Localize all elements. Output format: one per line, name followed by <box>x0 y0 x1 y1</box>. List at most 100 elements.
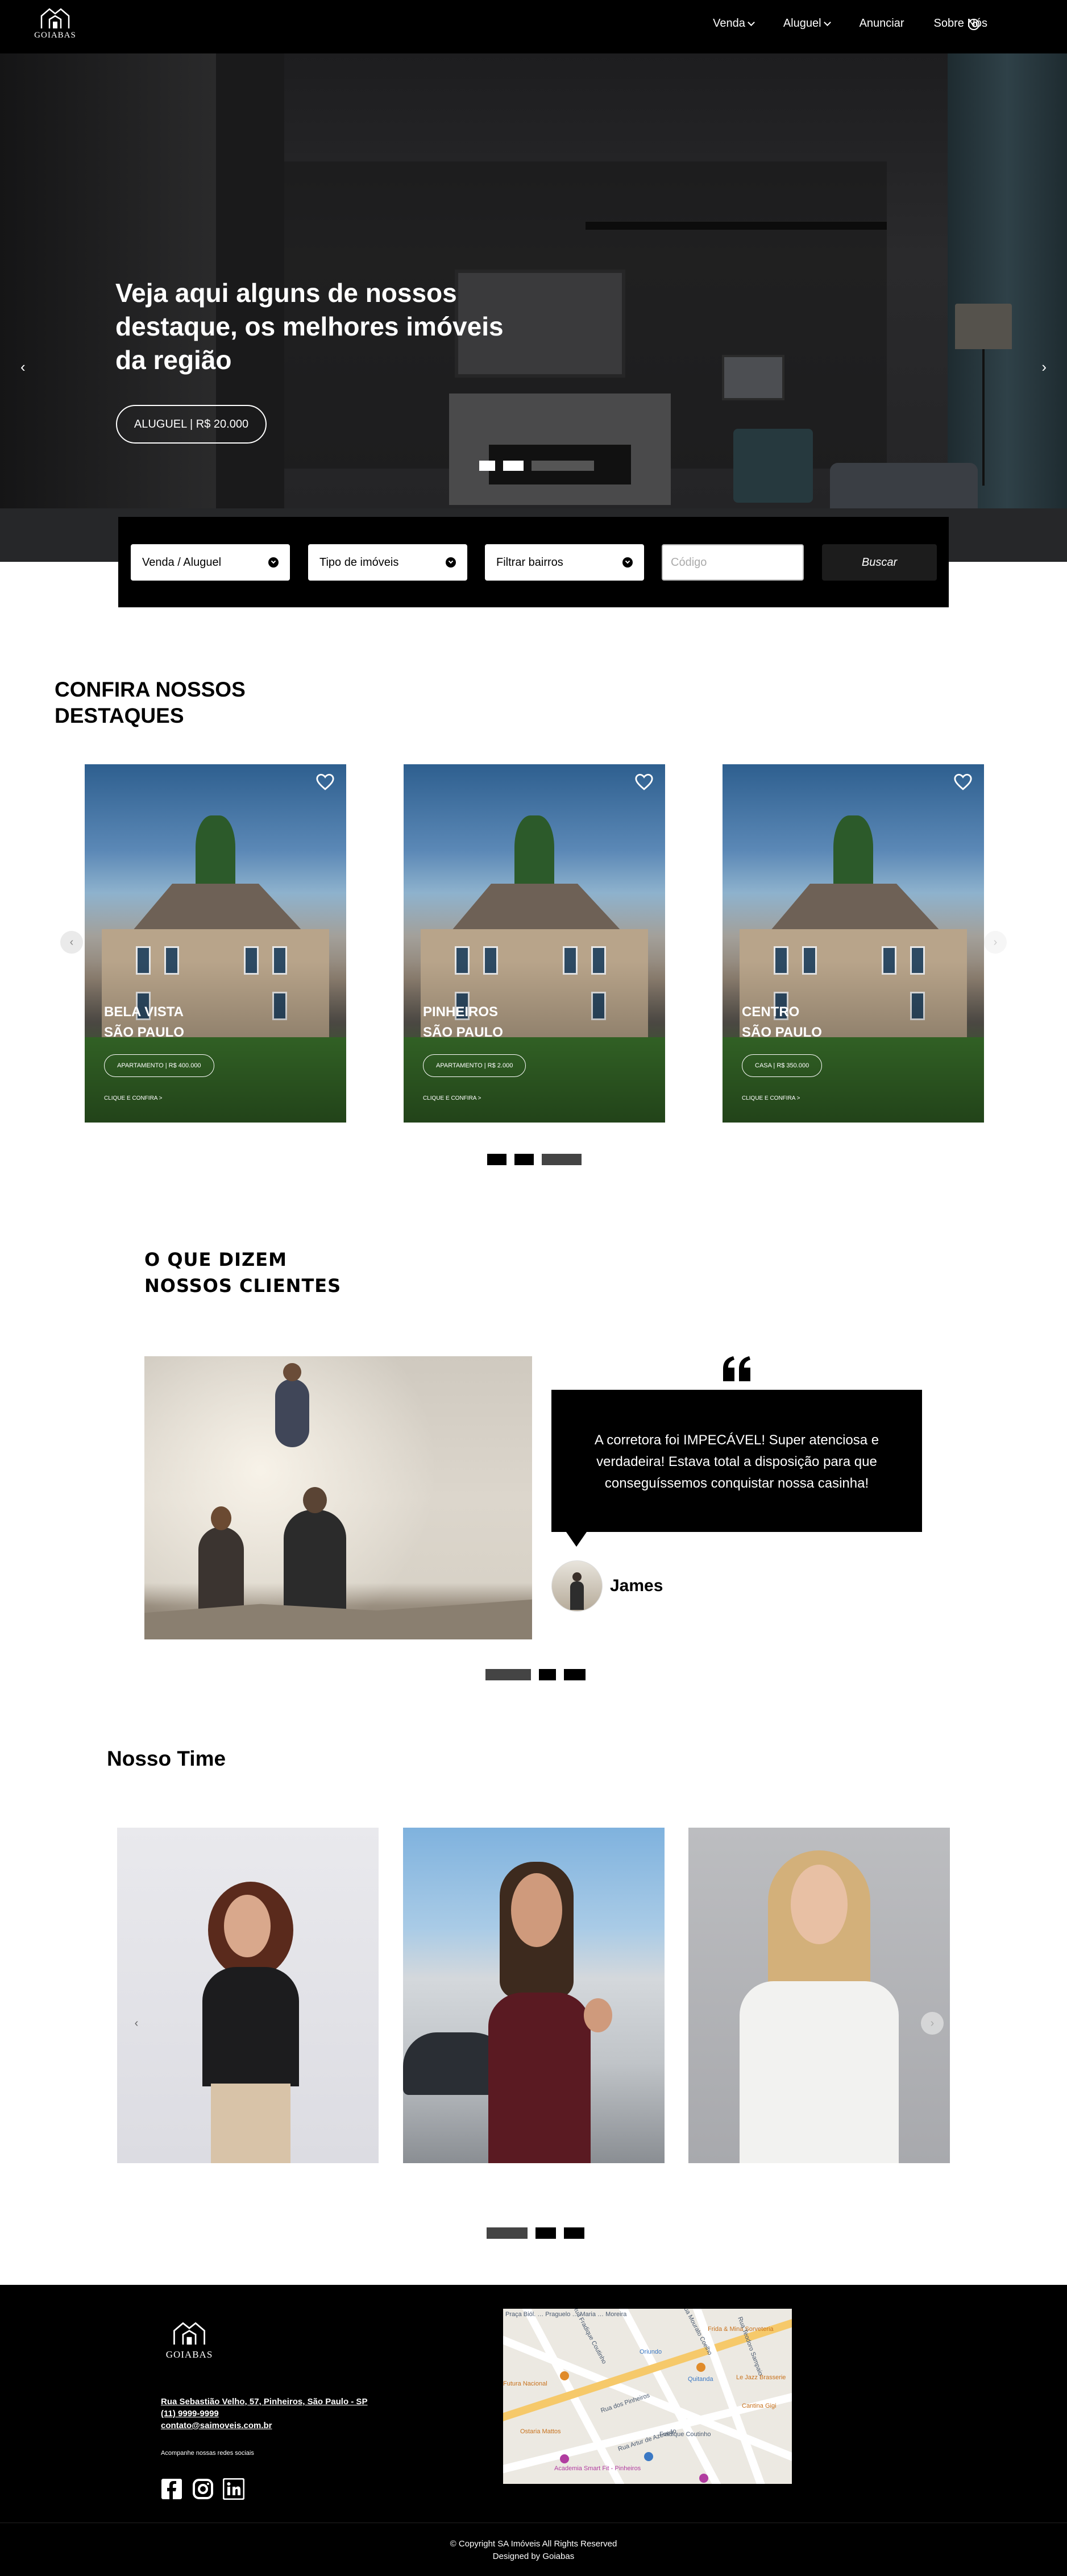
location-map[interactable]: Praça Biól. … Praguelo … Maria … Moreira… <box>503 2309 792 2484</box>
property-city: SÃO PAULO <box>742 1025 822 1040</box>
top-navbar: GOIABAS Venda Aluguel Anunciar Sobre Nós <box>0 0 1067 53</box>
favorite-heart-icon[interactable] <box>953 772 973 792</box>
linkedin-icon[interactable] <box>223 2478 244 2500</box>
testimonials-slide-indicators <box>485 1669 586 1680</box>
nav-item-venda[interactable]: Venda <box>713 17 755 30</box>
house-logo-icon <box>40 8 70 28</box>
address-link[interactable]: Rua Sebastião Velho, 57, Pinheiros, São … <box>161 2396 367 2408</box>
designed-by-text: Designed by Goiabas <box>492 2552 575 2561</box>
team-member-card[interactable] <box>688 1828 950 2163</box>
testimonials-title: O QUE DIZEM NOSSOS CLIENTES <box>144 1246 341 1299</box>
footer-logo[interactable]: GOIABAS <box>161 2319 218 2364</box>
phone-link[interactable]: (11) 9999-9999 <box>161 2408 367 2420</box>
map-label: Cantina Gigi <box>742 2403 777 2409</box>
user-account-icon[interactable] <box>968 19 979 30</box>
property-location: PINHEIROS SÃO PAULO <box>423 1002 503 1043</box>
team-member-card[interactable] <box>403 1828 665 2163</box>
favorite-heart-icon[interactable] <box>634 772 654 792</box>
slide-indicator-active[interactable] <box>542 1154 582 1165</box>
team-slide-indicators <box>487 2227 584 2239</box>
slide-indicator[interactable] <box>535 2227 556 2239</box>
property-card[interactable]: BELA VISTA SÃO PAULO APARTAMENTO | R$ 400… <box>85 764 346 1123</box>
title-line: O QUE DIZEM <box>144 1249 287 1270</box>
slide-indicator[interactable] <box>503 461 524 471</box>
slide-indicator[interactable] <box>564 1669 586 1680</box>
property-cta-link[interactable]: CLIQUE E CONFIRA > <box>423 1095 481 1101</box>
property-district: BELA VISTA <box>104 1004 184 1020</box>
property-card[interactable]: CENTRO SÃO PAULO CASA | R$ 350.000 CLIQUE… <box>723 764 984 1123</box>
search-button[interactable]: Buscar <box>822 544 937 581</box>
property-cta-link[interactable]: CLIQUE E CONFIRA > <box>742 1095 800 1101</box>
chevron-left-icon[interactable]: ‹ <box>125 2012 148 2035</box>
chevron-right-icon[interactable]: › <box>1041 358 1047 376</box>
property-card[interactable]: PINHEIROS SÃO PAULO APARTAMENTO | R$ 2.00… <box>404 764 665 1123</box>
chevron-down-icon <box>622 557 633 568</box>
copyright-text: © Copyright SA Imóveis All Rights Reserv… <box>450 2539 617 2549</box>
logo-text: GOIABAS <box>165 2349 213 2360</box>
chevron-left-icon[interactable]: ‹ <box>60 931 83 954</box>
property-price-pill[interactable]: CASA | R$ 350.000 <box>742 1054 823 1077</box>
hero-slide-indicators <box>479 461 594 471</box>
map-pin-icon[interactable] <box>560 2454 569 2463</box>
nav-item-label: Venda <box>713 17 745 30</box>
select-value: Tipo de imóveis <box>319 556 399 569</box>
facebook-icon[interactable] <box>161 2478 182 2500</box>
property-city: SÃO PAULO <box>423 1025 503 1040</box>
map-label: Futura Nacional <box>503 2380 547 2387</box>
chevron-down-icon <box>747 18 755 26</box>
property-type-select[interactable]: Tipo de imóveis <box>308 544 467 581</box>
favorite-heart-icon[interactable] <box>315 772 335 792</box>
property-location: CENTRO SÃO PAULO <box>742 1002 822 1043</box>
property-cta-link[interactable]: CLIQUE E CONFIRA > <box>104 1095 163 1101</box>
map-pin-icon[interactable] <box>699 2474 708 2483</box>
team-member-card[interactable] <box>117 1828 379 2163</box>
map-pin-icon[interactable] <box>560 2371 569 2380</box>
property-district: CENTRO <box>742 1004 800 1020</box>
chevron-down-icon <box>446 557 456 568</box>
property-price-pill[interactable]: APARTAMENTO | R$ 2.000 <box>423 1054 526 1077</box>
hero-listing-button[interactable]: ALUGUEL | R$ 20.000 <box>116 405 267 444</box>
map-label: Fradique Coutinho <box>659 2431 711 2438</box>
slide-indicator[interactable] <box>479 461 495 471</box>
transaction-type-select[interactable]: Venda / Aluguel <box>131 544 290 581</box>
author-avatar <box>551 1560 603 1612</box>
nav-menu: Venda Aluguel Anunciar Sobre Nós <box>713 17 987 30</box>
map-pin-icon[interactable] <box>696 2363 705 2372</box>
copyright: © Copyright SA Imóveis All Rights Reserv… <box>0 2538 1067 2563</box>
property-price-pill[interactable]: APARTAMENTO | R$ 400.000 <box>104 1054 214 1077</box>
instagram-icon[interactable] <box>192 2478 214 2500</box>
testimonial-quote-text: A corretora foi IMPECÁVEL! Super atencio… <box>594 1432 879 1491</box>
slide-indicator[interactable] <box>539 1669 556 1680</box>
nav-item-anunciar[interactable]: Anunciar <box>860 17 904 30</box>
hero-title: Veja aqui alguns de nossos destaque, os … <box>115 278 504 375</box>
chevron-right-icon[interactable]: › <box>921 2012 944 2035</box>
chevron-right-icon[interactable]: › <box>984 931 1007 954</box>
select-value: Filtrar bairros <box>496 556 563 569</box>
title-line: NOSSOS CLIENTES <box>144 1275 342 1297</box>
map-label: Rua dos Pinheiros <box>600 2392 651 2415</box>
nav-item-aluguel[interactable]: Aluguel <box>783 17 831 30</box>
quote-icon <box>723 1356 750 1381</box>
map-pin-icon[interactable] <box>644 2452 653 2461</box>
email-link[interactable]: contato@saimoveis.com.br <box>161 2420 367 2432</box>
property-location: BELA VISTA SÃO PAULO <box>104 1002 184 1043</box>
chevron-down-icon <box>823 18 831 26</box>
slide-indicator-active[interactable] <box>532 461 594 471</box>
property-city: SÃO PAULO <box>104 1025 184 1040</box>
slide-indicator-active[interactable] <box>487 2227 528 2239</box>
site-footer: GOIABAS Rua Sebastião Velho, 57, Pinheir… <box>0 2285 1067 2576</box>
slide-indicator[interactable] <box>514 1154 534 1165</box>
chevron-left-icon[interactable]: ‹ <box>20 358 26 376</box>
title-line: CONFIRA NOSSOS <box>55 678 246 701</box>
site-logo[interactable]: GOIABAS <box>30 6 81 45</box>
map-label: Praça Biól. … Praguelo … Maria … Moreira <box>505 2311 627 2318</box>
property-code-input[interactable] <box>662 544 804 581</box>
slide-indicator[interactable] <box>564 2227 584 2239</box>
property-district: PINHEIROS <box>423 1004 499 1020</box>
author-name: James <box>610 1576 663 1595</box>
slide-indicator-active[interactable] <box>485 1669 531 1680</box>
team-title: Nosso Time <box>107 1747 226 1770</box>
slide-indicator[interactable] <box>487 1154 506 1165</box>
map-label: Academia Smart Fit - Pinheiros <box>554 2465 641 2472</box>
district-filter-select[interactable]: Filtrar bairros <box>485 544 644 581</box>
